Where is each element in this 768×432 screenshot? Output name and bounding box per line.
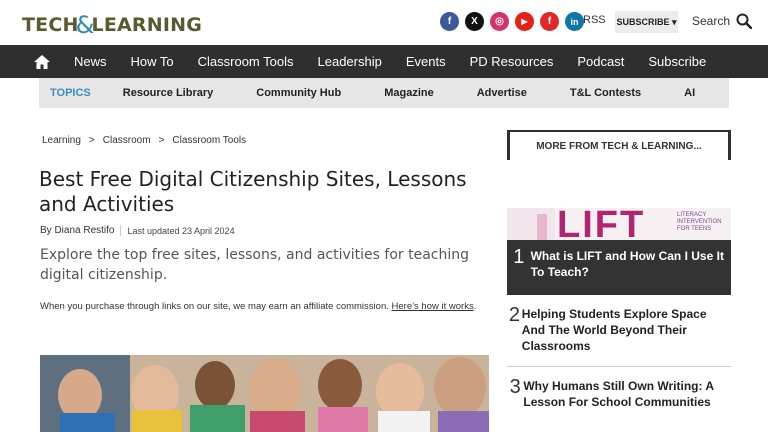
breadcrumb-classroom[interactable]: Classroom: [103, 135, 151, 146]
more-from-header: MORE FROM TECH & LEARNING...: [507, 130, 731, 160]
home-icon: [34, 54, 50, 69]
logo-text-right: LEARNING: [91, 14, 203, 36]
topics-bar: TOPICS Resource Library Community Hub Ma…: [39, 78, 729, 108]
lift-subtitle: LITERACY INTERVENTION FOR TEENS: [677, 212, 722, 232]
instagram-icon[interactable]: ◎: [490, 12, 509, 31]
rss-link[interactable]: RSS: [583, 14, 606, 26]
topic-community-hub[interactable]: Community Hub: [256, 87, 341, 99]
affiliate-end: .: [473, 301, 477, 312]
linkedin-icon[interactable]: in: [565, 12, 584, 31]
topic-magazine[interactable]: Magazine: [384, 87, 434, 99]
breadcrumb-learning[interactable]: Learning: [42, 135, 81, 146]
nav-item-how-to[interactable]: How To: [119, 54, 186, 69]
sidebar-divider: [507, 366, 731, 367]
breadcrumb-separator: >: [158, 135, 165, 146]
topic-ai[interactable]: AI: [684, 87, 695, 99]
breadcrumb-separator: >: [88, 135, 95, 146]
story-number: 1: [513, 246, 525, 268]
affiliate-text: When you purchase through links on our s…: [40, 301, 389, 312]
hero-photo-illustration: [40, 355, 489, 432]
youtube-icon[interactable]: ▶: [515, 12, 534, 31]
author-link[interactable]: Diana Restifo: [54, 225, 114, 236]
nav-item-news[interactable]: News: [62, 54, 119, 69]
nav-item-events[interactable]: Events: [394, 54, 458, 69]
site-logo[interactable]: TECH&LEARNING: [22, 9, 203, 39]
topic-advertise[interactable]: Advertise: [477, 87, 527, 99]
nav-item-podcast[interactable]: Podcast: [565, 54, 636, 69]
sidebar-story-1[interactable]: 1 What is LIFT and How Can I Use It To T…: [507, 240, 731, 295]
top-bar: TECH&LEARNING f X ◎ ▶ f in RSS SUBSCRIBE…: [0, 0, 768, 45]
lift-thumbnail[interactable]: LIFT LITERACY INTERVENTION FOR TEENS: [507, 208, 731, 241]
topic-tl-contests[interactable]: T&L Contests: [570, 87, 641, 99]
lift-book-icon: [507, 208, 555, 241]
story-title: What is LIFT and How Can I Use It To Tea…: [530, 249, 724, 279]
byline-divider: [120, 225, 122, 236]
affiliate-disclosure: When you purchase through links on our s…: [40, 300, 490, 314]
sidebar-story-2[interactable]: 2 Helping Students Explore Space And The…: [507, 298, 731, 358]
logo-text-left: TECH: [22, 14, 79, 36]
social-links: f X ◎ ▶ f in: [440, 12, 584, 31]
x-icon[interactable]: X: [465, 12, 484, 31]
search-label: Search: [692, 14, 731, 28]
story-title: Why Humans Still Own Writing: A Lesson F…: [523, 379, 714, 409]
home-link[interactable]: [22, 45, 62, 78]
breadcrumb-classroom-tools[interactable]: Classroom Tools: [172, 135, 246, 146]
nav-item-leadership[interactable]: Leadership: [306, 54, 394, 69]
article-standfirst: Explore the top free sites, lessons, and…: [40, 247, 470, 283]
updated-date: Last updated 23 April 2024: [127, 225, 235, 236]
topics-label: TOPICS: [50, 87, 91, 99]
flipboard-icon[interactable]: f: [540, 12, 559, 31]
lift-logo-text: LIFT: [557, 208, 646, 241]
story-title: Helping Students Explore Space And The W…: [521, 307, 707, 353]
hero-image: [40, 355, 489, 432]
logo-ampersand: &: [75, 11, 95, 39]
topic-resource-library[interactable]: Resource Library: [123, 87, 213, 99]
breadcrumb: Learning > Classroom > Classroom Tools: [42, 135, 246, 146]
nav-item-pd-resources[interactable]: PD Resources: [458, 54, 566, 69]
affiliate-how-link[interactable]: Here’s how it works: [392, 301, 474, 312]
search-icon: [736, 13, 753, 29]
subscribe-dropdown-button[interactable]: SUBSCRIBE ▾: [615, 11, 678, 33]
byline: By Diana Restifo Last updated 23 April 2…: [40, 225, 235, 236]
byline-prefix: By: [40, 225, 52, 236]
story-number: 2: [508, 304, 520, 326]
search-button[interactable]: Search: [692, 13, 753, 29]
main-nav: News How To Classroom Tools Leadership E…: [0, 45, 768, 78]
nav-item-classroom-tools[interactable]: Classroom Tools: [186, 54, 306, 69]
story-number: 3: [509, 376, 521, 398]
facebook-icon[interactable]: f: [440, 12, 459, 31]
sidebar-story-3[interactable]: 3 Why Humans Still Own Writing: A Lesson…: [507, 370, 731, 430]
page-title: Best Free Digital Citizenship Sites, Les…: [39, 167, 467, 216]
nav-item-subscribe[interactable]: Subscribe: [636, 54, 718, 69]
